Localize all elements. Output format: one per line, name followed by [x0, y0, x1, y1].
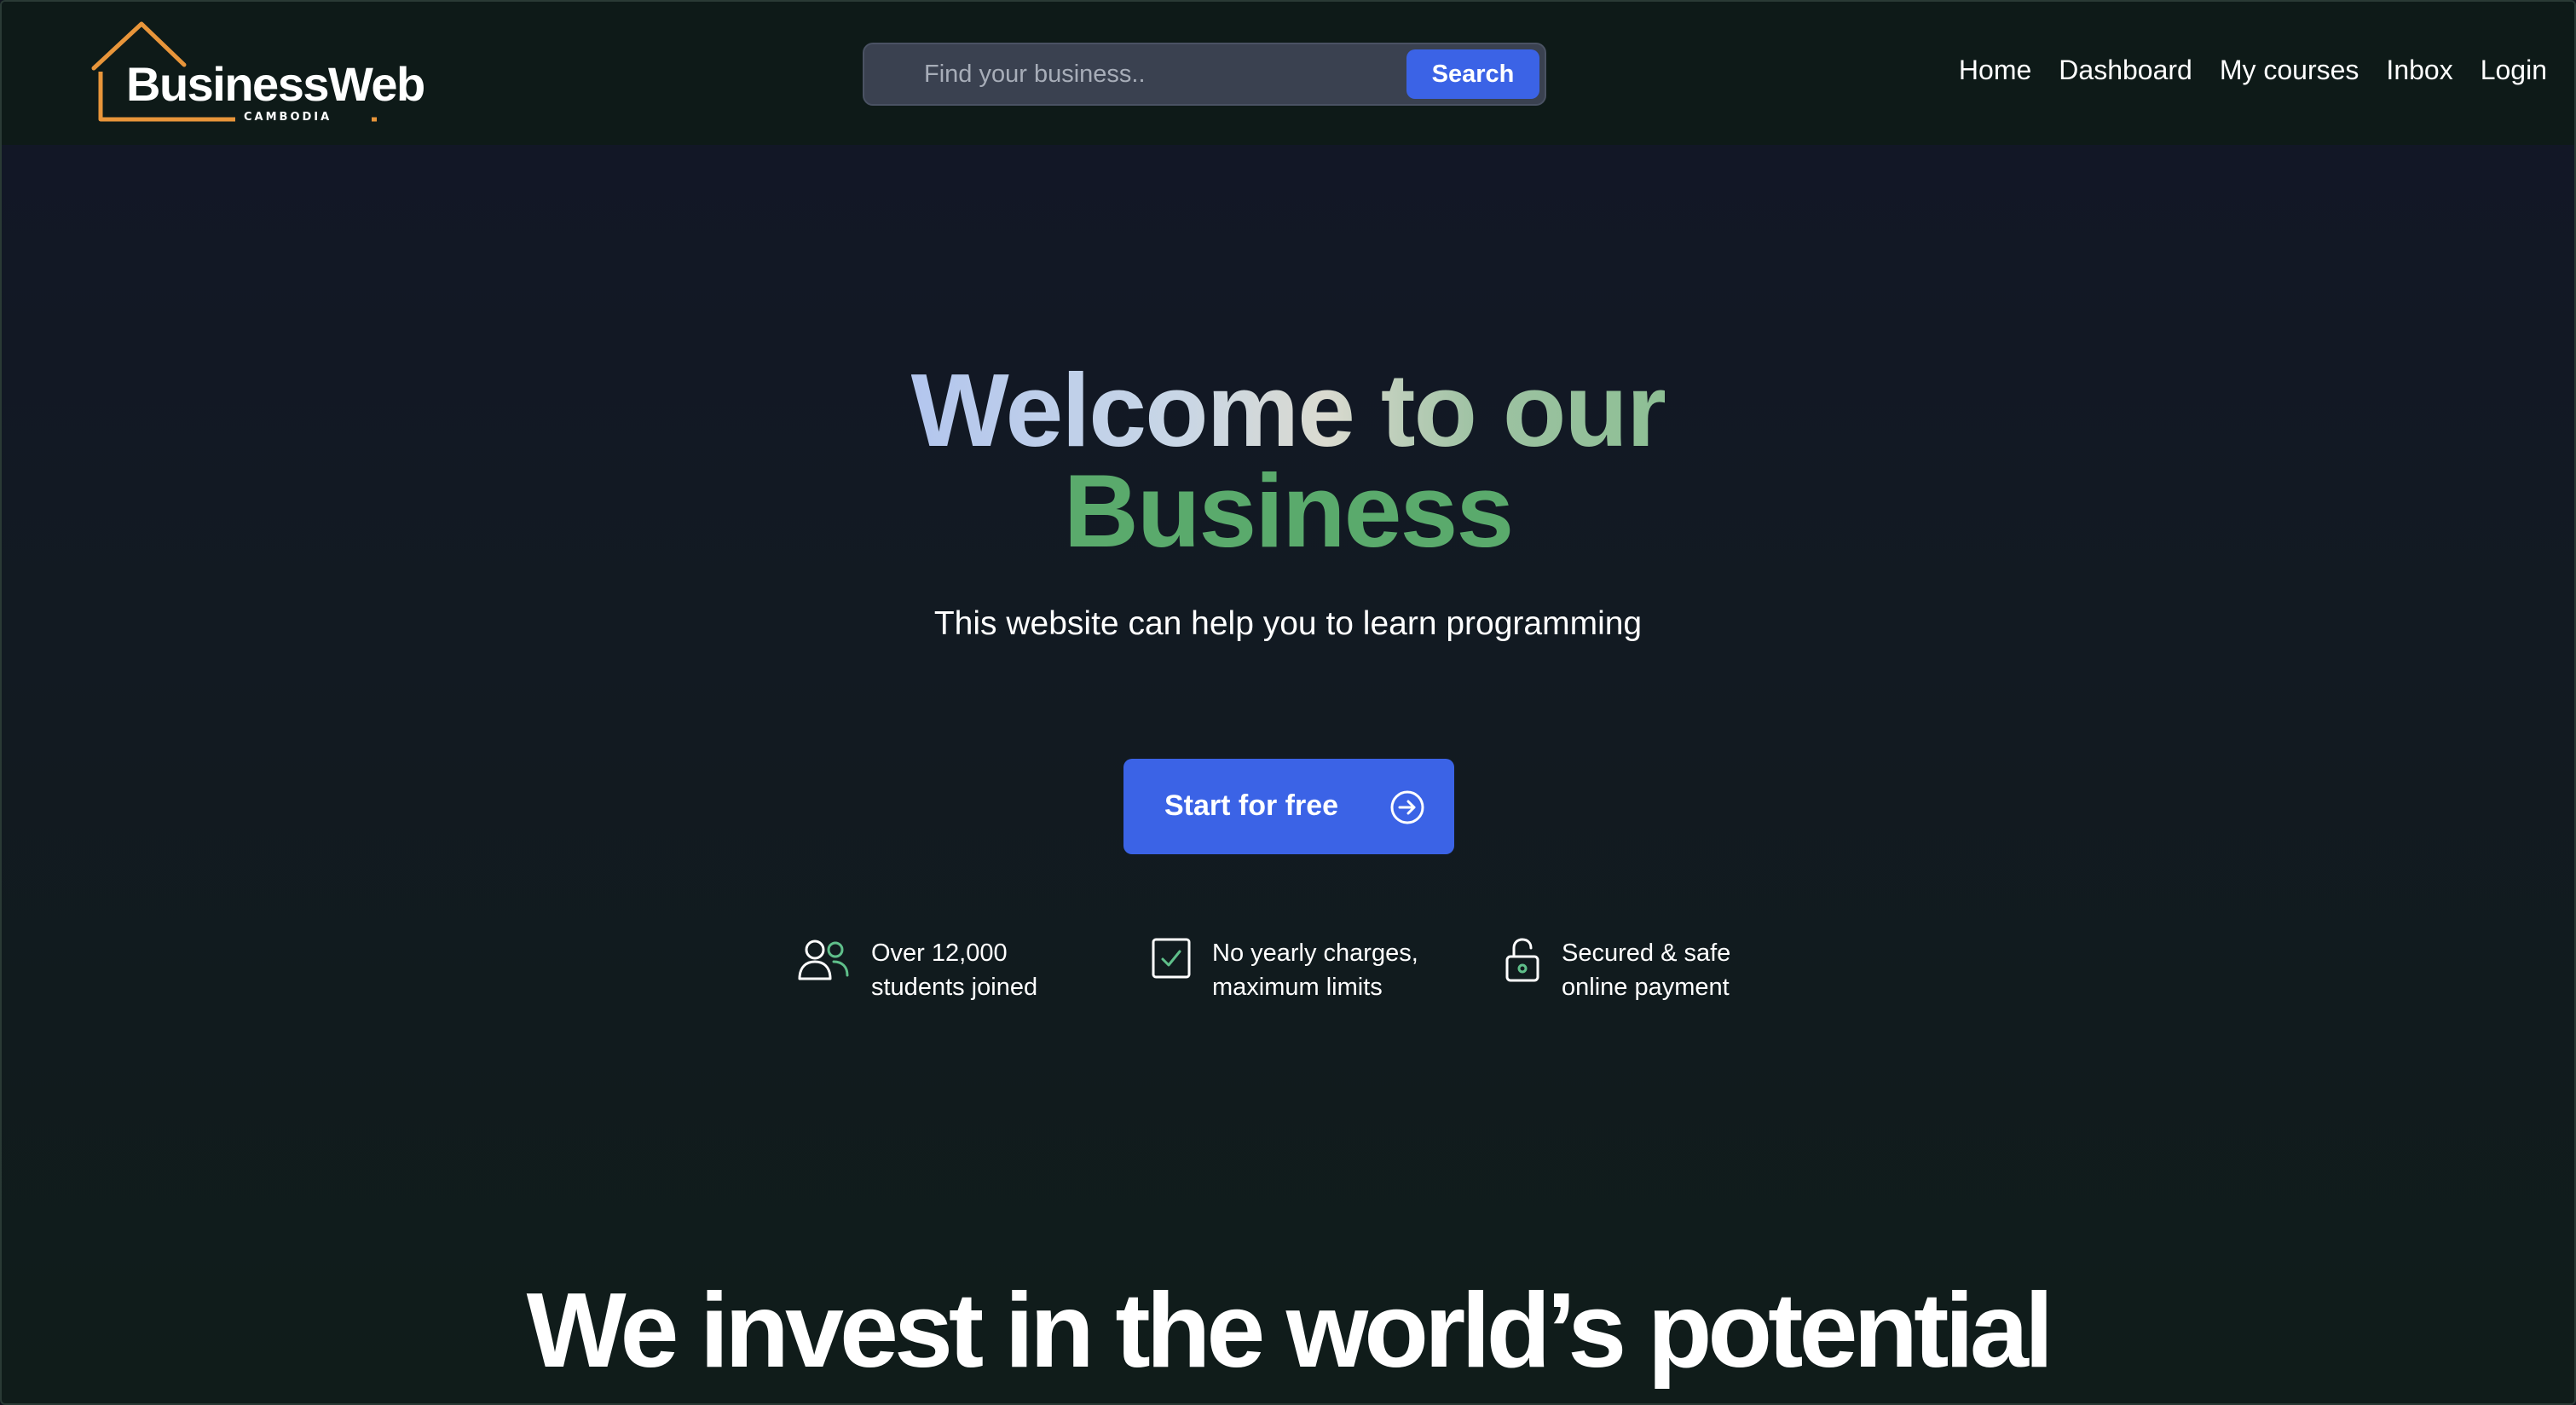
check-square-icon: [1152, 938, 1191, 979]
section-heading: We invest in the world’s potential: [526, 1272, 2054, 1390]
brand-subtitle: CAMBODIA: [244, 111, 332, 124]
feature-line2: maximum limits: [1212, 974, 1383, 1001]
hero-subtitle: This website can help you to learn progr…: [933, 605, 1643, 642]
cta-label: Start for free: [1164, 789, 1339, 822]
feature-students: Over 12,000 students joined: [796, 936, 1037, 1004]
feature-line1: Secured & safe: [1562, 940, 1731, 967]
nav-home[interactable]: Home: [1959, 55, 2031, 86]
search-bar: Search: [863, 43, 1546, 106]
page: BusinessWeb CAMBODIA Search Home Dashboa…: [0, 0, 2576, 1405]
main-nav: Home Dashboard My courses Inbox Login: [1959, 55, 2547, 86]
hero-title: Welcome to our Business: [2, 358, 2574, 563]
search-button[interactable]: Search: [1406, 49, 1539, 99]
top-navbar: BusinessWeb CAMBODIA Search Home Dashboa…: [2, 2, 2574, 145]
nav-login[interactable]: Login: [2481, 55, 2547, 86]
arrow-circle-right-icon: [1390, 790, 1424, 824]
brand-name: BusinessWeb: [126, 57, 425, 111]
feature-text: Over 12,000 students joined: [871, 936, 1037, 1004]
feature-line2: online payment: [1562, 974, 1730, 1001]
hero-title-line2: Business: [1063, 453, 1514, 569]
search-input[interactable]: [866, 46, 1395, 102]
feature-line1: No yearly charges,: [1212, 940, 1418, 967]
brand-logo[interactable]: BusinessWeb CAMBODIA: [90, 20, 425, 128]
feature-payment: Secured & safe online payment: [1504, 936, 1730, 1004]
users-icon: [798, 940, 849, 980]
nav-dashboard[interactable]: Dashboard: [2059, 55, 2192, 86]
feature-text: No yearly charges, maximum limits: [1212, 936, 1418, 1004]
feature-text: Secured & safe online payment: [1562, 936, 1730, 1004]
nav-inbox[interactable]: Inbox: [2386, 55, 2452, 86]
feature-list: Over 12,000 students joined No yearly ch…: [2, 936, 2574, 1004]
lock-icon: [1505, 938, 1539, 982]
feature-line2: students joined: [871, 974, 1038, 1001]
feature-charges: No yearly charges, maximum limits: [1151, 936, 1418, 1004]
feature-line1: Over 12,000: [871, 940, 1008, 967]
nav-my-courses[interactable]: My courses: [2220, 55, 2359, 86]
hero-title-line1: Welcome to our: [910, 352, 1667, 468]
start-for-free-button[interactable]: Start for free: [1123, 759, 1454, 854]
